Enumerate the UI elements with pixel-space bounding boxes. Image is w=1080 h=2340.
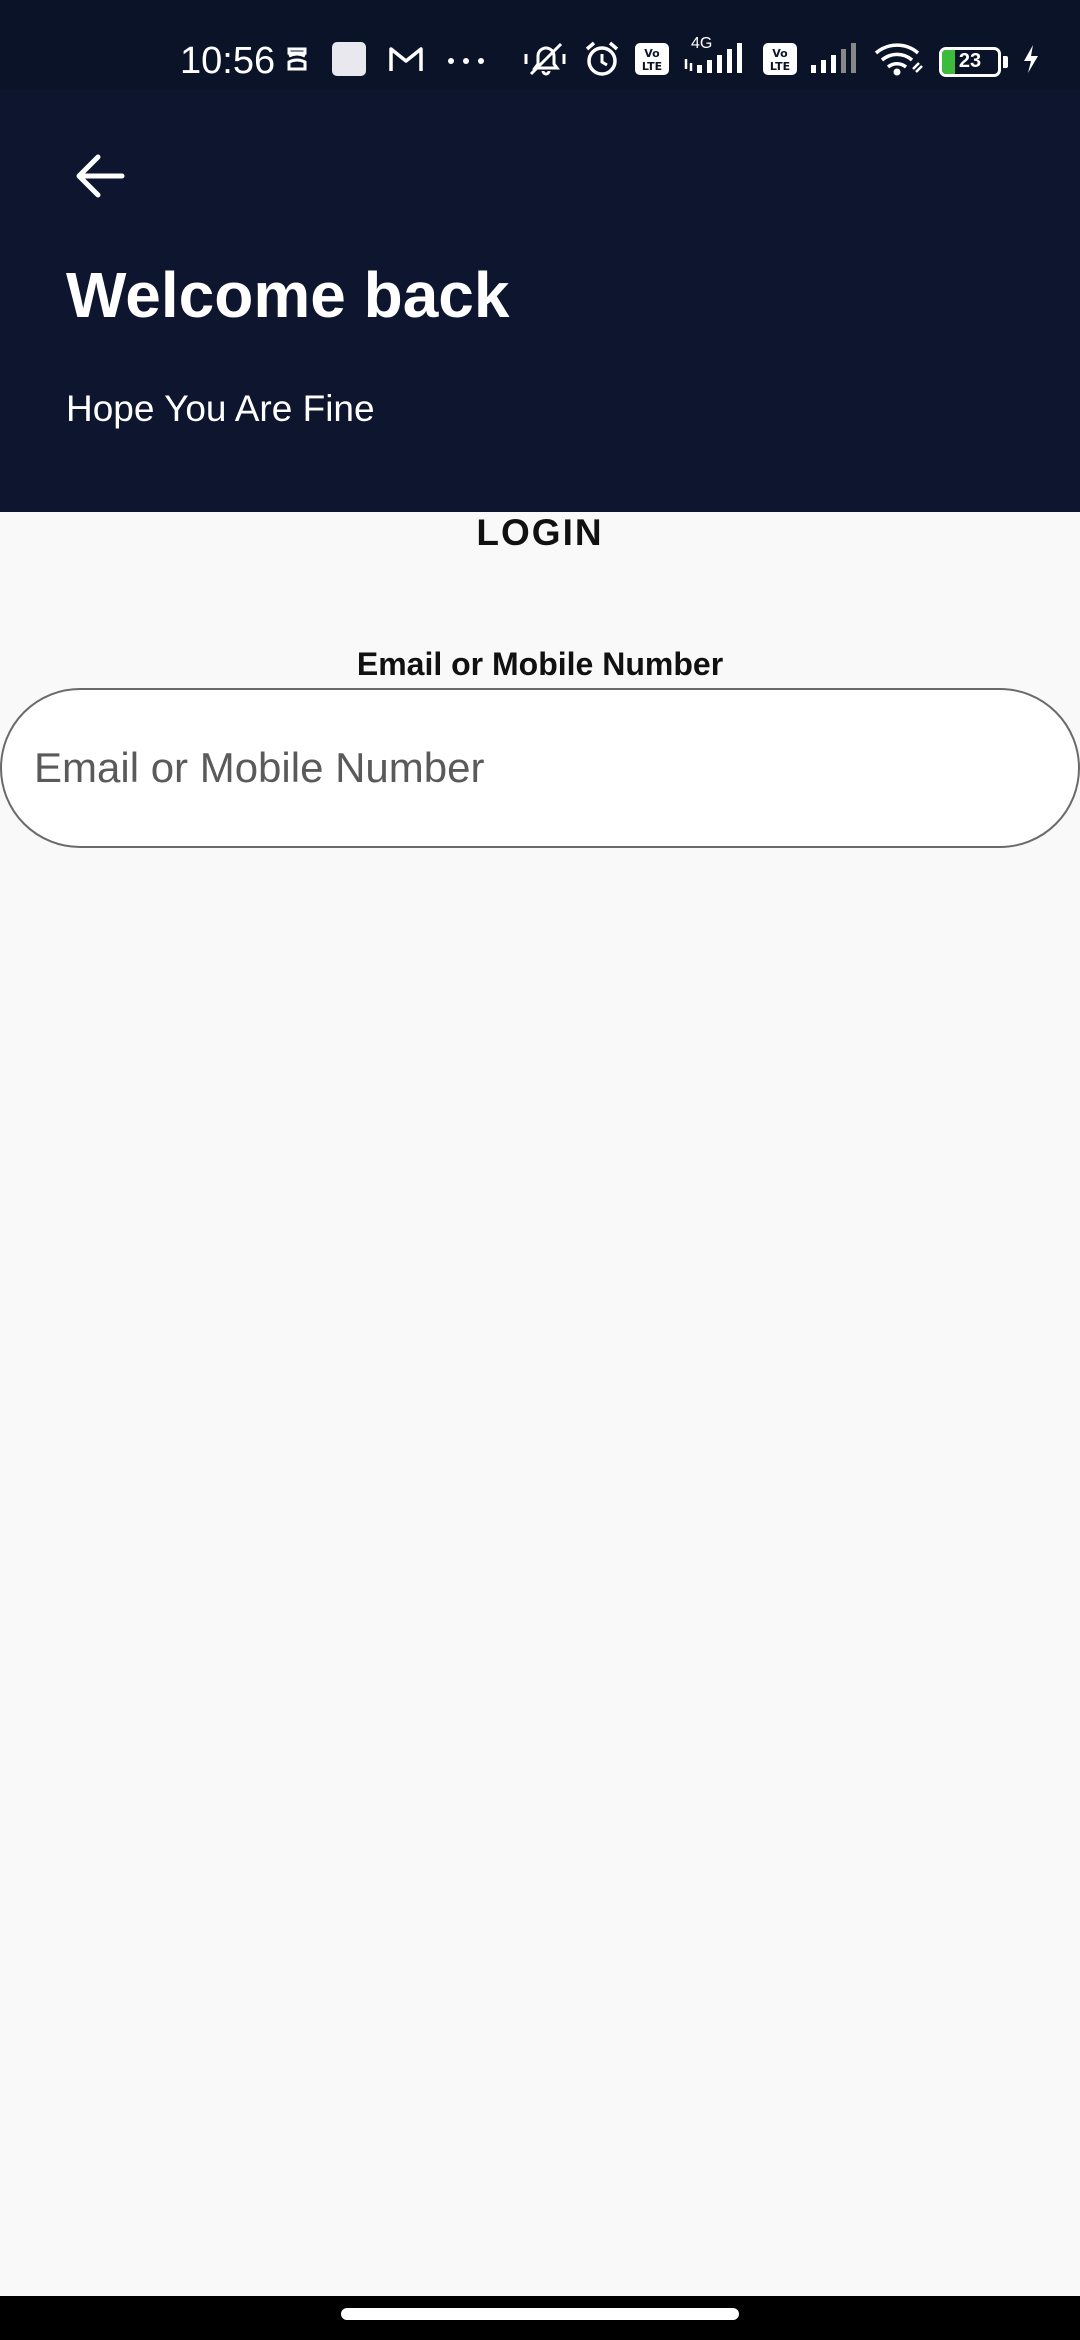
status-time: 10:56 [180,40,276,82]
svg-text:LTE: LTE [642,60,662,73]
navigation-bar [0,2296,1080,2340]
arrow-left-icon [74,153,126,204]
wifi-icon [873,41,925,82]
svg-text:LTE: LTE [770,60,790,73]
volte-icon: Vo LTE [635,43,669,80]
square-notification-icon [332,42,366,81]
status-left-icons [284,42,486,81]
email-field-label: Email or Mobile Number [356,646,724,682]
email-field[interactable] [2,744,1078,792]
charging-icon [1022,44,1040,79]
status-right-icons: Vo LTE 4G Vo LTE 23 [523,35,1040,83]
signal-4g-icon: 4G [683,35,749,80]
volte-icon: Vo LTE [763,43,797,80]
email-field-container [0,688,1080,848]
battery-level: 23 [958,50,982,72]
back-button[interactable] [60,138,140,218]
battery-indicator: 23 [939,46,1001,77]
mute-icon [523,40,569,83]
data-saver-icon [284,44,310,79]
status-bar: 10:56 Vo LTE 4G Vo LTE 23 [0,0,1080,90]
battery-fill [942,49,955,74]
home-indicator[interactable] [341,2308,739,2320]
battery-icon: 23 [939,46,1008,77]
battery-cap [1003,55,1008,68]
page-title: Welcome back [66,259,510,331]
svg-text:Vo: Vo [772,47,788,60]
more-dots-icon [446,53,486,71]
gmail-icon [388,45,424,78]
signal-icon [811,43,859,80]
login-screen: 10:56 Vo LTE 4G Vo LTE 23 Welcome back H… [0,0,1080,2340]
login-heading: LOGIN [476,512,604,553]
header: Welcome back Hope You Are Fine [0,90,1080,512]
alarm-icon [583,40,621,83]
network-label: 4G [691,35,713,52]
page-subtitle: Hope You Are Fine [66,388,375,429]
svg-text:Vo: Vo [644,47,660,60]
